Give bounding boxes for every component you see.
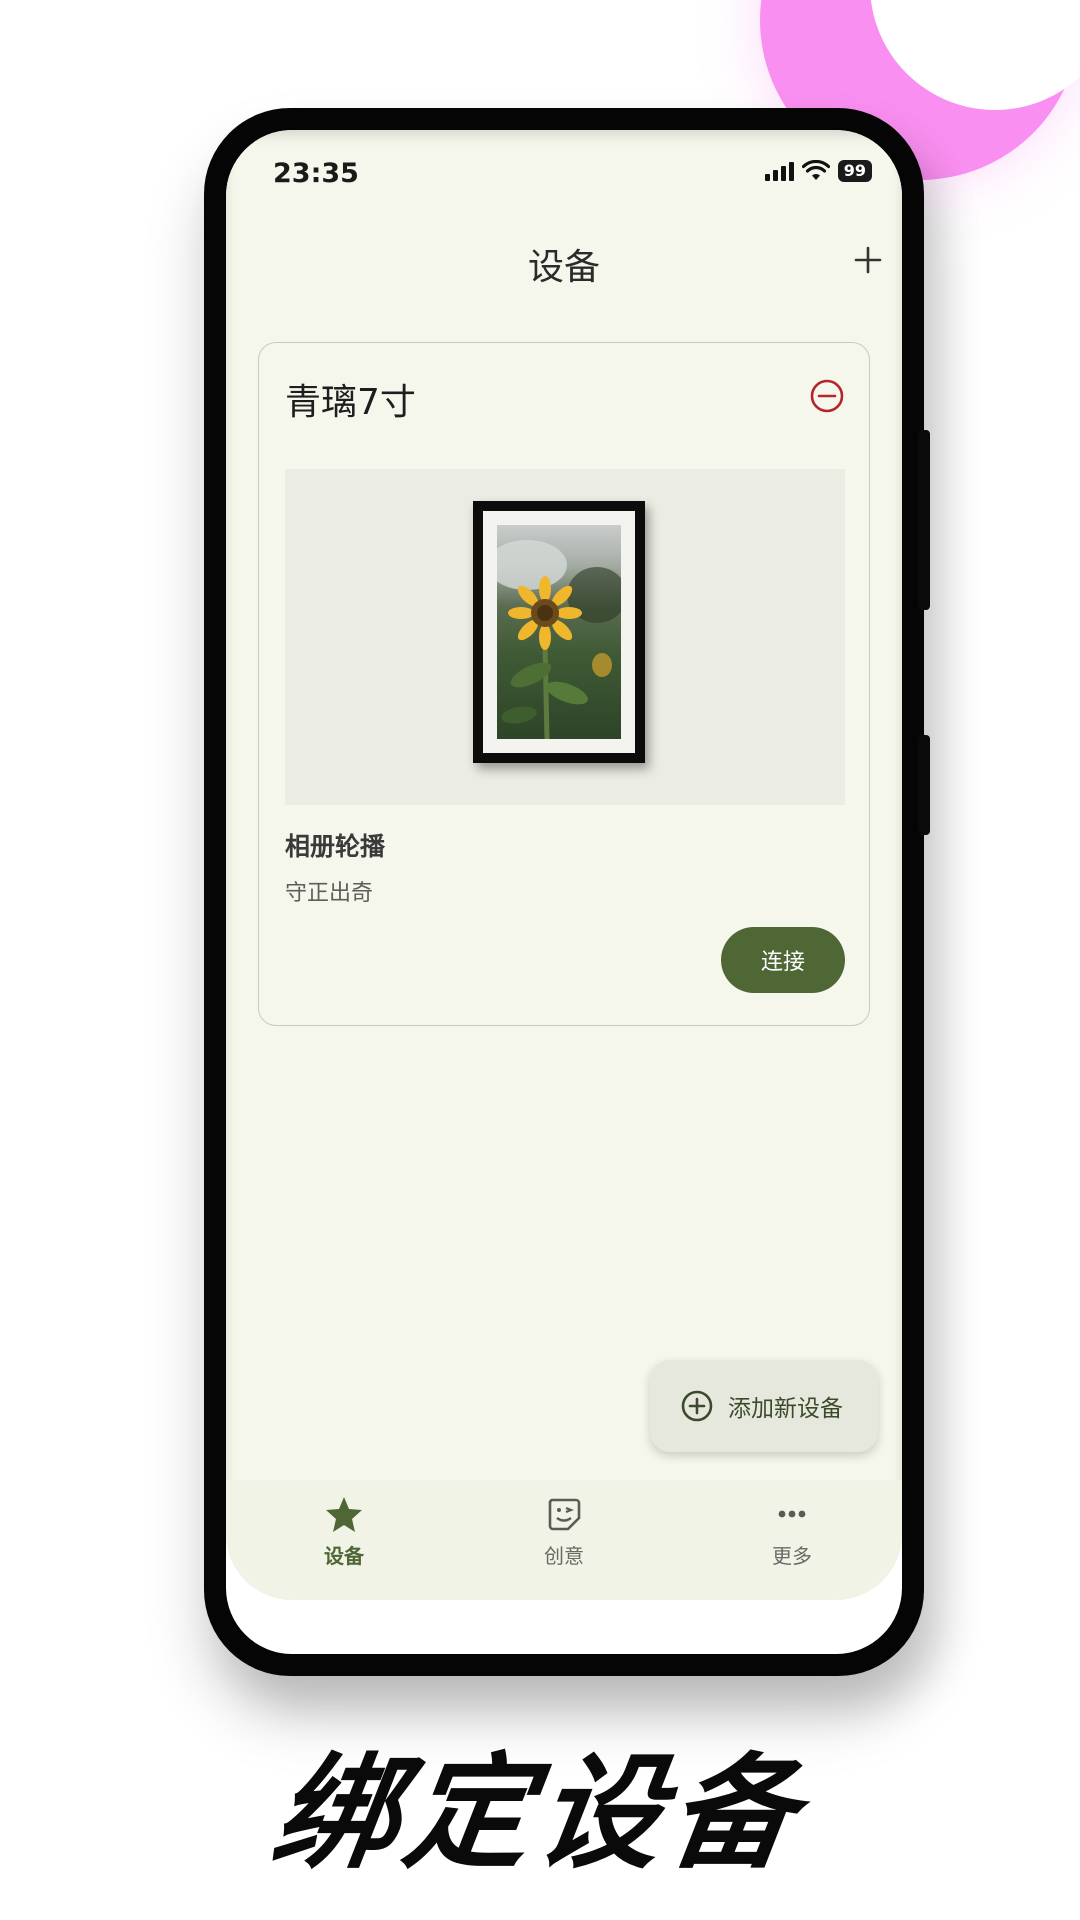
sunflower-photo	[497, 525, 621, 739]
star-icon	[326, 1497, 362, 1532]
nav-label: 更多	[772, 1544, 812, 1568]
battery-icon: 99	[837, 160, 872, 182]
more-dots-icon	[778, 1510, 806, 1518]
app-screen: 23:35 99 设备 青璃7寸 相册轮播 守正出奇 连接 添加新设备 设备 创…	[226, 130, 902, 1600]
mode-description: 守正出奇	[285, 881, 374, 906]
promo-canvas: 23:35 99 设备 青璃7寸 相册轮播 守正出奇 连接 添加新设备 设备 创…	[0, 0, 1080, 1920]
phone-side-button	[918, 430, 930, 610]
remove-device-button[interactable]	[807, 376, 847, 416]
picture-frame	[473, 501, 645, 763]
plus-circle-icon	[681, 1390, 713, 1422]
device-name: 青璃7寸	[285, 382, 416, 423]
plus-icon	[854, 246, 882, 274]
connect-button[interactable]: 连接	[721, 927, 845, 993]
nav-item-more[interactable]: 更多	[722, 1494, 862, 1584]
minus-circle-icon	[810, 379, 844, 413]
device-preview	[285, 469, 845, 805]
add-device-button[interactable]	[846, 238, 890, 282]
nav-item-devices[interactable]: 设备	[274, 1494, 414, 1584]
signal-icon	[764, 161, 794, 181]
nav-label: 设备	[324, 1544, 364, 1568]
phone-screen: 23:35 99 设备 青璃7寸 相册轮播 守正出奇 连接 添加新设备 设备 创…	[226, 130, 902, 1654]
status-time: 23:35	[273, 158, 359, 189]
phone-side-button	[918, 735, 930, 835]
sticker-icon	[548, 1498, 581, 1531]
status-icons: 99	[764, 160, 872, 182]
promo-caption: 绑定设备	[264, 1742, 813, 1886]
page-title: 设备	[527, 247, 600, 288]
device-card[interactable]: 青璃7寸 相册轮播 守正出奇 连接	[258, 342, 870, 1026]
nav-item-creative[interactable]: 创意	[494, 1494, 634, 1584]
fab-label: 添加新设备	[728, 1396, 843, 1422]
mode-label: 相册轮播	[285, 832, 386, 861]
wifi-icon	[801, 160, 830, 180]
nav-label: 创意	[544, 1544, 584, 1568]
bottom-navigation: 设备 创意 更多	[226, 1480, 902, 1600]
add-new-device-fab[interactable]: 添加新设备	[650, 1360, 878, 1452]
